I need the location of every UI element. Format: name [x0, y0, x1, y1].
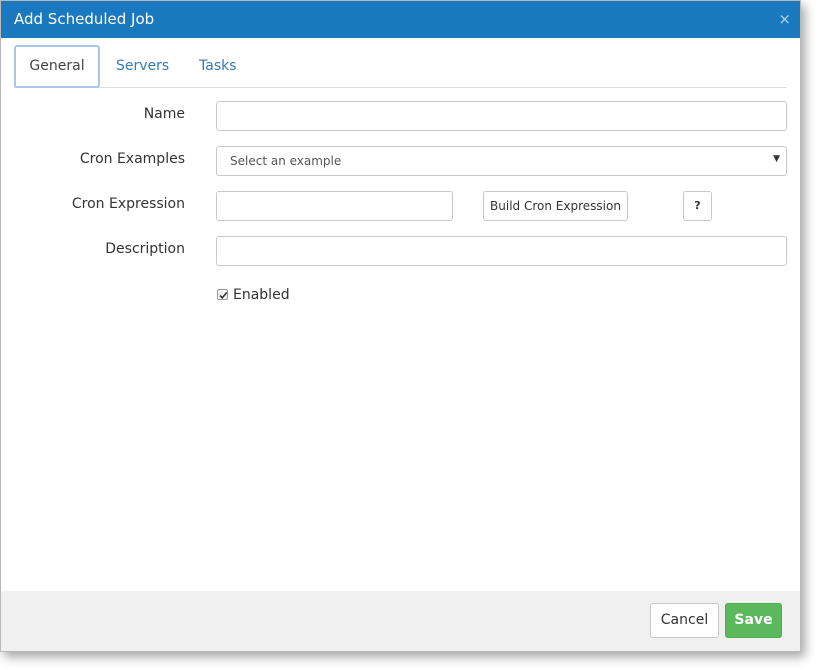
close-icon[interactable]: × — [778, 10, 791, 28]
caret-down-icon: ▼ — [773, 154, 780, 164]
cron-examples-selected: Select an example — [230, 154, 342, 168]
tab-tasks[interactable]: Tasks — [199, 45, 237, 88]
dialog-footer: Cancel Save — [1, 591, 800, 651]
save-button[interactable]: Save — [725, 603, 782, 638]
description-label: Description — [105, 241, 185, 257]
tab-general[interactable]: General — [14, 45, 100, 88]
help-button[interactable]: ? — [683, 191, 712, 221]
cron-examples-select[interactable]: Select an example ▼ — [216, 146, 787, 176]
checkmark-icon — [219, 291, 228, 299]
enabled-label: Enabled — [233, 287, 290, 303]
name-input[interactable] — [216, 101, 787, 131]
cron-examples-label: Cron Examples — [79, 151, 185, 167]
cron-expression-label: Cron Expression — [71, 196, 185, 212]
add-scheduled-job-dialog: Add Scheduled Job × General Servers Task… — [0, 0, 801, 652]
description-input[interactable] — [216, 236, 787, 266]
enabled-checkbox[interactable] — [217, 289, 228, 300]
tab-servers[interactable]: Servers — [116, 45, 169, 88]
name-label: Name — [143, 106, 185, 122]
dialog-titlebar: Add Scheduled Job × — [1, 1, 800, 38]
dialog-title: Add Scheduled Job — [14, 10, 155, 28]
tab-bar: General Servers Tasks — [14, 45, 787, 88]
build-cron-expression-button[interactable]: Build Cron Expression — [483, 191, 628, 221]
cancel-button[interactable]: Cancel — [650, 603, 719, 638]
cron-expression-input[interactable] — [216, 191, 453, 221]
